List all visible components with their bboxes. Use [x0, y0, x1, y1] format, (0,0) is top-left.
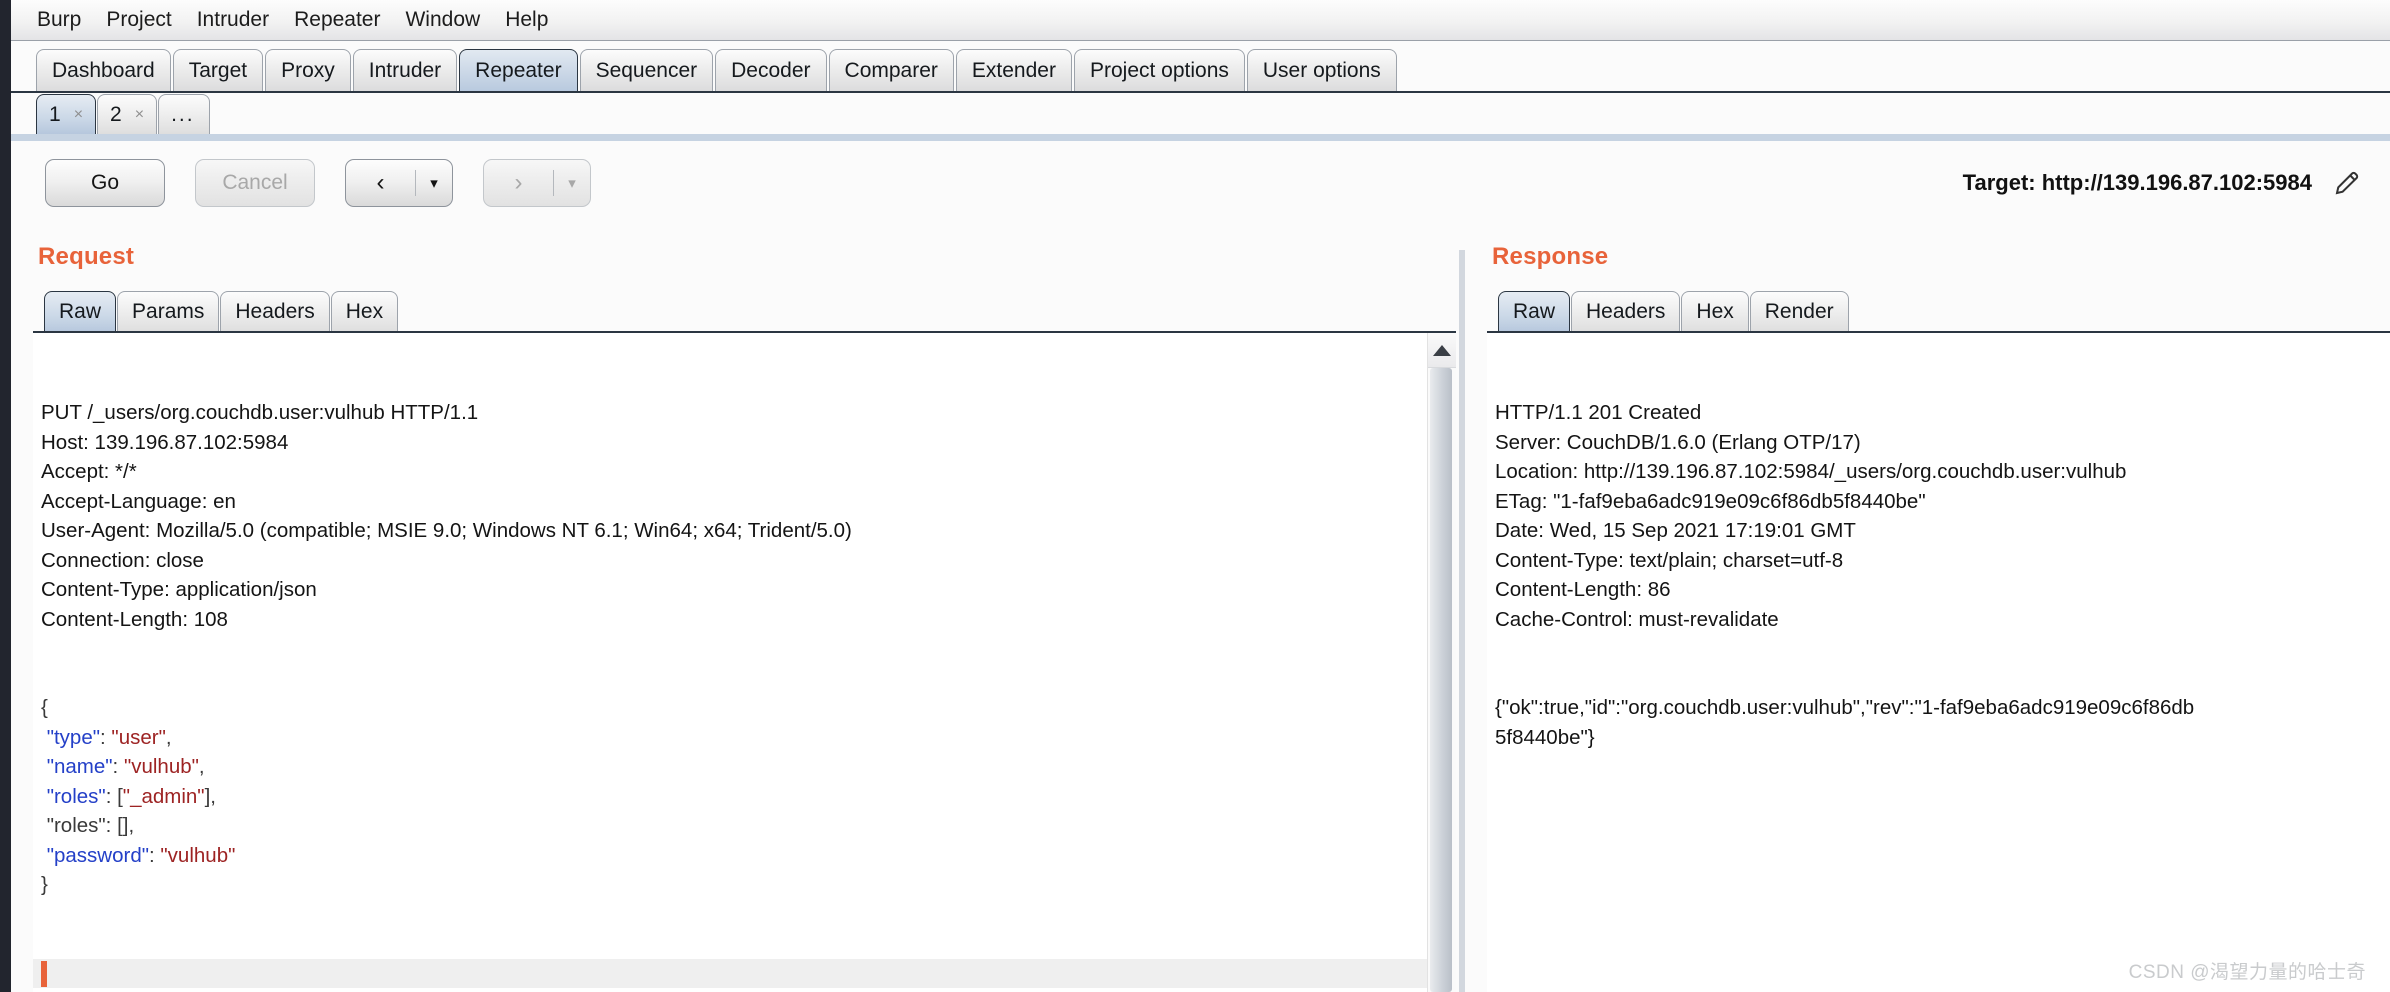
- repeater-panes: Request Raw Params Headers Hex PUT /_use…: [22, 225, 2390, 992]
- repeater-tab-2[interactable]: 2 ×: [97, 94, 158, 134]
- chevron-left-icon: ‹: [376, 169, 385, 196]
- tab-user-options[interactable]: User options: [1246, 49, 1397, 91]
- forward-button[interactable]: › ▾: [483, 159, 591, 207]
- request-pane: Request Raw Params Headers Hex PUT /_use…: [22, 225, 1456, 992]
- response-headers-text: HTTP/1.1 201 Created Server: CouchDB/1.6…: [1495, 401, 2127, 631]
- tab-project-options[interactable]: Project options: [1073, 49, 1245, 91]
- menu-item-window[interactable]: Window: [393, 6, 493, 34]
- cancel-button[interactable]: Cancel: [195, 159, 315, 207]
- response-tab-strip: Raw Headers Hex Render: [1468, 285, 2390, 331]
- menu-item-burp[interactable]: Burp: [25, 6, 94, 34]
- chevron-down-icon[interactable]: ▾: [554, 174, 590, 192]
- request-editor-content[interactable]: PUT /_users/org.couchdb.user:vulhub HTTP…: [33, 333, 1456, 992]
- request-body-line: }: [41, 873, 48, 896]
- request-title: Request: [38, 243, 135, 270]
- menu-item-help[interactable]: Help: [493, 6, 561, 34]
- response-tab-hex[interactable]: Hex: [1681, 291, 1749, 331]
- tab-target[interactable]: Target: [172, 49, 264, 91]
- repeater-tab-2-label: 2: [110, 102, 122, 126]
- main-tab-strip: Dashboard Target Proxy Intruder Repeater…: [11, 41, 2390, 93]
- tab-decoder[interactable]: Decoder: [715, 49, 827, 91]
- response-editor-content[interactable]: HTTP/1.1 201 Created Server: CouchDB/1.6…: [1487, 333, 2390, 811]
- request-tab-raw[interactable]: Raw: [44, 291, 117, 331]
- request-tab-params[interactable]: Params: [117, 291, 220, 331]
- pencil-icon[interactable]: [2332, 168, 2362, 198]
- response-tab-render[interactable]: Render: [1749, 291, 1849, 331]
- repeater-toolbar: Go Cancel ‹ ▾ › ▾ Target: http://139.196…: [11, 141, 2390, 225]
- close-icon[interactable]: ×: [74, 106, 83, 124]
- tab-sequencer[interactable]: Sequencer: [579, 49, 714, 91]
- request-tab-headers[interactable]: Headers: [220, 291, 330, 331]
- tab-extender[interactable]: Extender: [955, 49, 1072, 91]
- scroll-up-arrow-icon[interactable]: [1428, 333, 1456, 368]
- scrollbar-thumb[interactable]: [1430, 368, 1452, 992]
- menu-item-project[interactable]: Project: [94, 6, 184, 34]
- ellipsis-icon: ...: [171, 102, 195, 126]
- request-body-line: "roles": ["_admin"],: [46, 784, 216, 808]
- pane-splitter[interactable]: [1456, 225, 1468, 992]
- repeater-tab-more[interactable]: ...: [158, 94, 211, 134]
- repeater-tab-1-label: 1: [49, 102, 61, 126]
- repeater-tab-strip: 1 × 2 × ...: [11, 93, 2390, 143]
- target-label: Target: http://139.196.87.102:5984: [1962, 170, 2312, 195]
- response-body-text: {"ok":true,"id":"org.couchdb.user:vulhub…: [1495, 696, 2195, 749]
- tab-repeater[interactable]: Repeater: [459, 49, 578, 91]
- request-tab-hex[interactable]: Hex: [330, 291, 399, 331]
- text-caret: [41, 960, 47, 987]
- response-editor[interactable]: HTTP/1.1 201 Created Server: CouchDB/1.6…: [1487, 331, 2390, 992]
- tab-comparer[interactable]: Comparer: [828, 49, 954, 91]
- request-headers-text: PUT /_users/org.couchdb.user:vulhub HTTP…: [41, 401, 852, 631]
- chevron-down-icon[interactable]: ▾: [416, 174, 452, 192]
- request-body: { "type": "user", "name": "vulhub", "rol…: [41, 693, 1456, 900]
- tab-proxy[interactable]: Proxy: [265, 49, 351, 91]
- menu-item-intruder[interactable]: Intruder: [185, 6, 282, 34]
- response-pane: Response Raw Headers Hex Render HTTP/1.1…: [1468, 225, 2390, 992]
- response-title: Response: [1492, 243, 1609, 270]
- target-area: Target: http://139.196.87.102:5984: [1963, 141, 2362, 225]
- request-cursor-line: [33, 958, 1456, 988]
- request-scrollbar[interactable]: [1427, 333, 1456, 992]
- tab-intruder[interactable]: Intruder: [352, 49, 458, 91]
- request-body-line: "name": "vulhub",: [46, 755, 205, 778]
- chevron-right-icon: ›: [514, 169, 523, 196]
- request-body-line: "type": "user",: [46, 725, 172, 749]
- request-body-line: "password": "vulhub": [46, 843, 236, 867]
- tab-dashboard[interactable]: Dashboard: [36, 49, 171, 91]
- watermark: CSDN @渴望力量的哈士奇: [2128, 962, 2366, 983]
- response-tab-raw[interactable]: Raw: [1498, 291, 1571, 331]
- back-button[interactable]: ‹ ▾: [345, 159, 453, 207]
- burp-suite-window: Burp Project Intruder Repeater Window He…: [0, 0, 2390, 992]
- request-tab-strip: Raw Params Headers Hex: [22, 285, 1456, 331]
- go-button[interactable]: Go: [45, 159, 165, 207]
- request-editor[interactable]: PUT /_users/org.couchdb.user:vulhub HTTP…: [33, 331, 1456, 992]
- menu-bar: Burp Project Intruder Repeater Window He…: [11, 0, 2390, 41]
- request-body-line: "roles": [],: [41, 814, 135, 837]
- repeater-tab-1[interactable]: 1 ×: [36, 94, 97, 134]
- response-tab-headers[interactable]: Headers: [1571, 291, 1681, 331]
- request-body-line: {: [41, 696, 48, 719]
- close-icon[interactable]: ×: [135, 106, 144, 124]
- menu-item-repeater[interactable]: Repeater: [282, 6, 393, 34]
